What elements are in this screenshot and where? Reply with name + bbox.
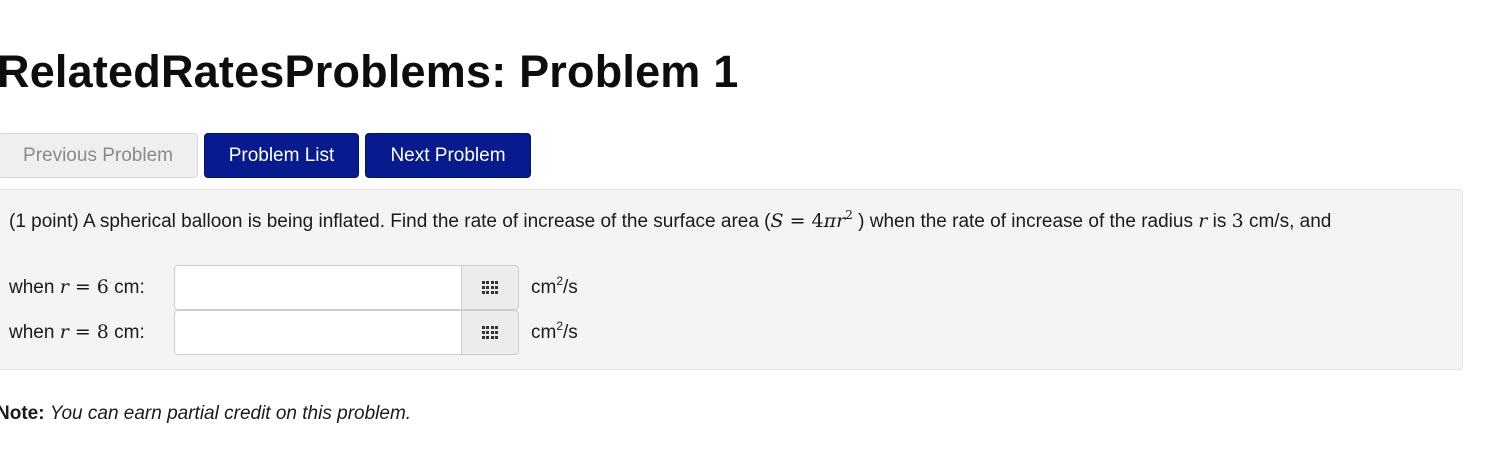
page-title: RelatedRatesProblems: Problem 1 [0, 46, 739, 97]
row-var: r [59, 321, 69, 343]
problem-list-button[interactable]: Problem List [204, 133, 359, 178]
statement-part-d: cm/s, and [1243, 211, 1332, 232]
answer-row-label: when r = 6 cm: [9, 276, 174, 299]
row-unit: cm: [108, 322, 145, 343]
units-exponent: 2 [556, 273, 564, 288]
units-base: cm [531, 321, 557, 343]
row-value: 8 [96, 321, 109, 343]
answer-input-1[interactable] [174, 265, 461, 310]
row-when-text: when [9, 322, 60, 343]
note-text: You can earn partial credit on this prob… [49, 403, 412, 424]
note-label: Note: [0, 403, 45, 424]
partial-credit-note: Note: You can earn partial credit on thi… [0, 403, 411, 425]
row-eq: = [68, 321, 97, 343]
equation-editor-button-1[interactable] [461, 265, 519, 310]
units-tail: /s [563, 321, 578, 343]
answer-row-2: when r = 8 cm: cm2/s [9, 310, 578, 355]
formula-pi-r: πr [823, 210, 846, 232]
grid-icon [481, 280, 499, 295]
points-label: (1 point) [9, 211, 79, 232]
answer-row-label: when r = 8 cm: [9, 321, 174, 344]
radius-var: r [1198, 210, 1208, 232]
formula-s: S [770, 210, 784, 232]
next-problem-button[interactable]: Next Problem [365, 133, 531, 178]
formula-exponent: 2 [845, 208, 853, 222]
rate-value: 3 [1231, 210, 1244, 232]
row-var: r [59, 276, 69, 298]
problem-panel: (1 point) A spherical balloon is being i… [0, 189, 1463, 370]
answer-units-1: cm2/s [531, 273, 578, 299]
problem-statement: (1 point) A spherical balloon is being i… [9, 206, 1454, 237]
previous-problem-button[interactable]: Previous Problem [0, 133, 198, 178]
formula-eq: = 4 [783, 210, 824, 232]
row-value: 6 [96, 276, 109, 298]
equation-editor-button-2[interactable] [461, 310, 519, 355]
units-base: cm [531, 276, 557, 298]
answer-input-2[interactable] [174, 310, 461, 355]
row-unit: cm: [108, 277, 145, 298]
answer-units-2: cm2/s [531, 318, 578, 344]
statement-part-b: ) when the rate of increase of the radiu… [852, 211, 1199, 232]
statement-part-c: is [1207, 211, 1232, 232]
units-tail: /s [563, 276, 578, 298]
answer-row-1: when r = 6 cm: cm2/s [9, 265, 578, 310]
row-eq: = [68, 276, 97, 298]
grid-icon [481, 325, 499, 340]
units-exponent: 2 [556, 318, 564, 333]
statement-part-a: A spherical balloon is being inflated. F… [82, 211, 771, 232]
row-when-text: when [9, 277, 60, 298]
